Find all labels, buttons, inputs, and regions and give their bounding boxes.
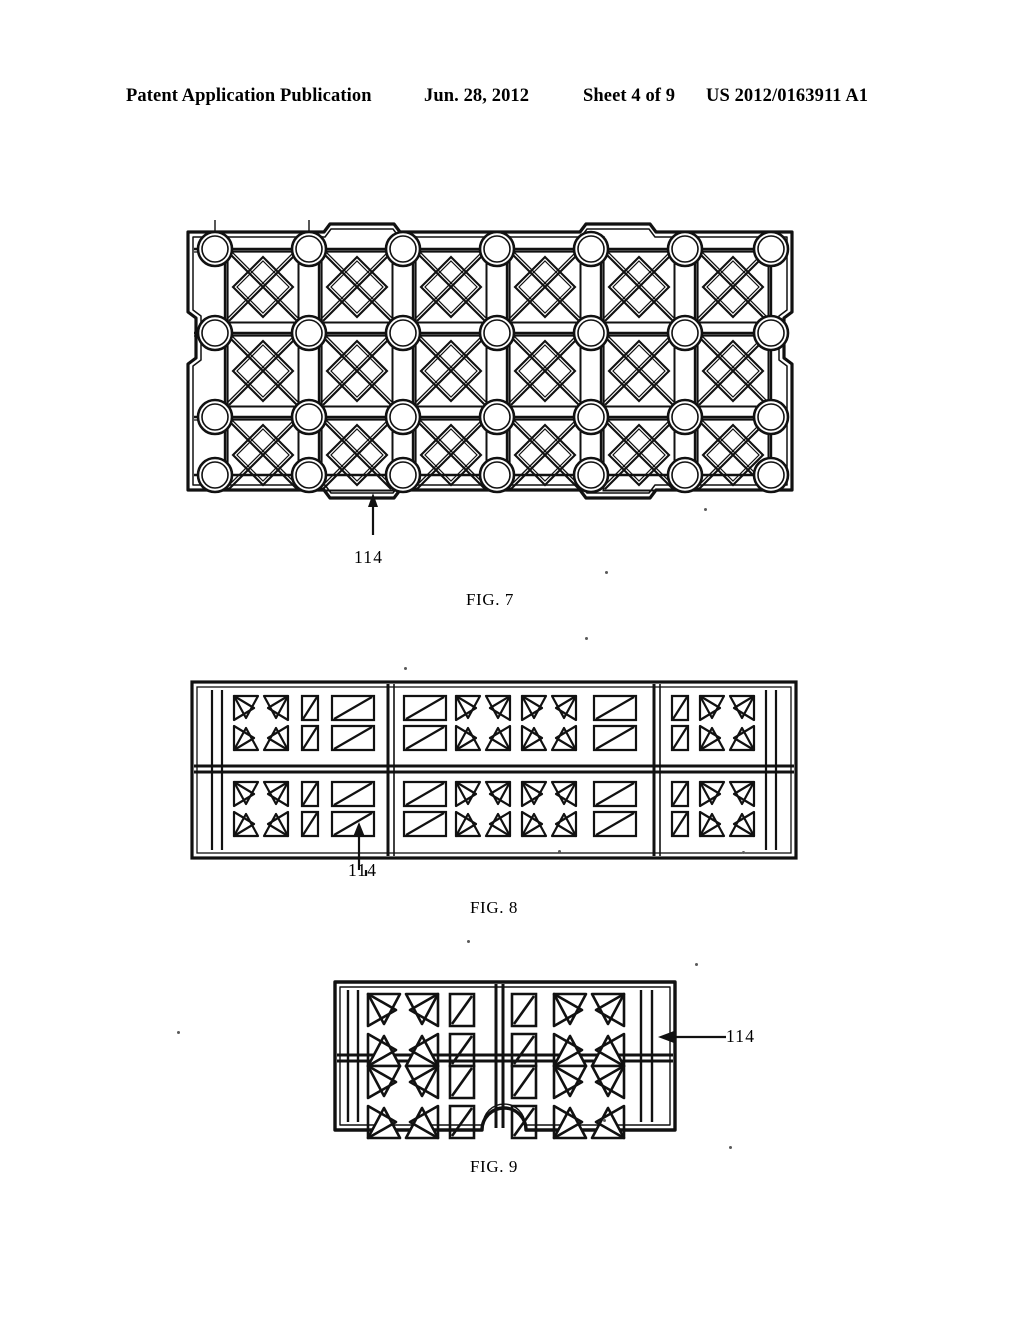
scan-speck [729,1146,732,1149]
scan-speck [704,508,707,511]
figure-9-caption: FIG. 9 [470,1157,518,1176]
figure-7-caption: FIG. 7 [466,590,514,609]
scan-speck [404,667,407,670]
fig7-lattice-cells [226,250,770,492]
figure-8-reference-114: 114 [348,860,378,880]
fig9-bay-left [366,992,476,1140]
scan-speck [467,940,470,943]
scan-speck [605,571,608,574]
scan-speck [695,963,698,966]
scan-speck [585,637,588,640]
header-document-number: US 2012/0163911 A1 [706,86,869,106]
fig9-bay-right [510,992,626,1140]
header-sheet-number: Sheet 4 of 9 [583,86,676,106]
scan-speck [177,1031,180,1034]
figure-9-leader-arrow [658,1031,726,1043]
page-header: Patent Application Publication Jun. 28, … [0,86,1024,116]
figure-9-drawing [333,980,677,1140]
scan-speck [742,851,745,854]
header-publication-title: Patent Application Publication [126,86,372,106]
scan-speck [558,850,561,853]
figure-7-reference-114: 114 [354,547,384,567]
figure-7-drawing [186,220,794,535]
scan-speck [603,1119,606,1122]
header-publication-date: Jun. 28, 2012 [424,86,530,106]
figure-8-drawing [190,680,798,876]
figure-8-caption: FIG. 8 [470,898,518,917]
figure-9-reference-114: 114 [726,1026,756,1046]
